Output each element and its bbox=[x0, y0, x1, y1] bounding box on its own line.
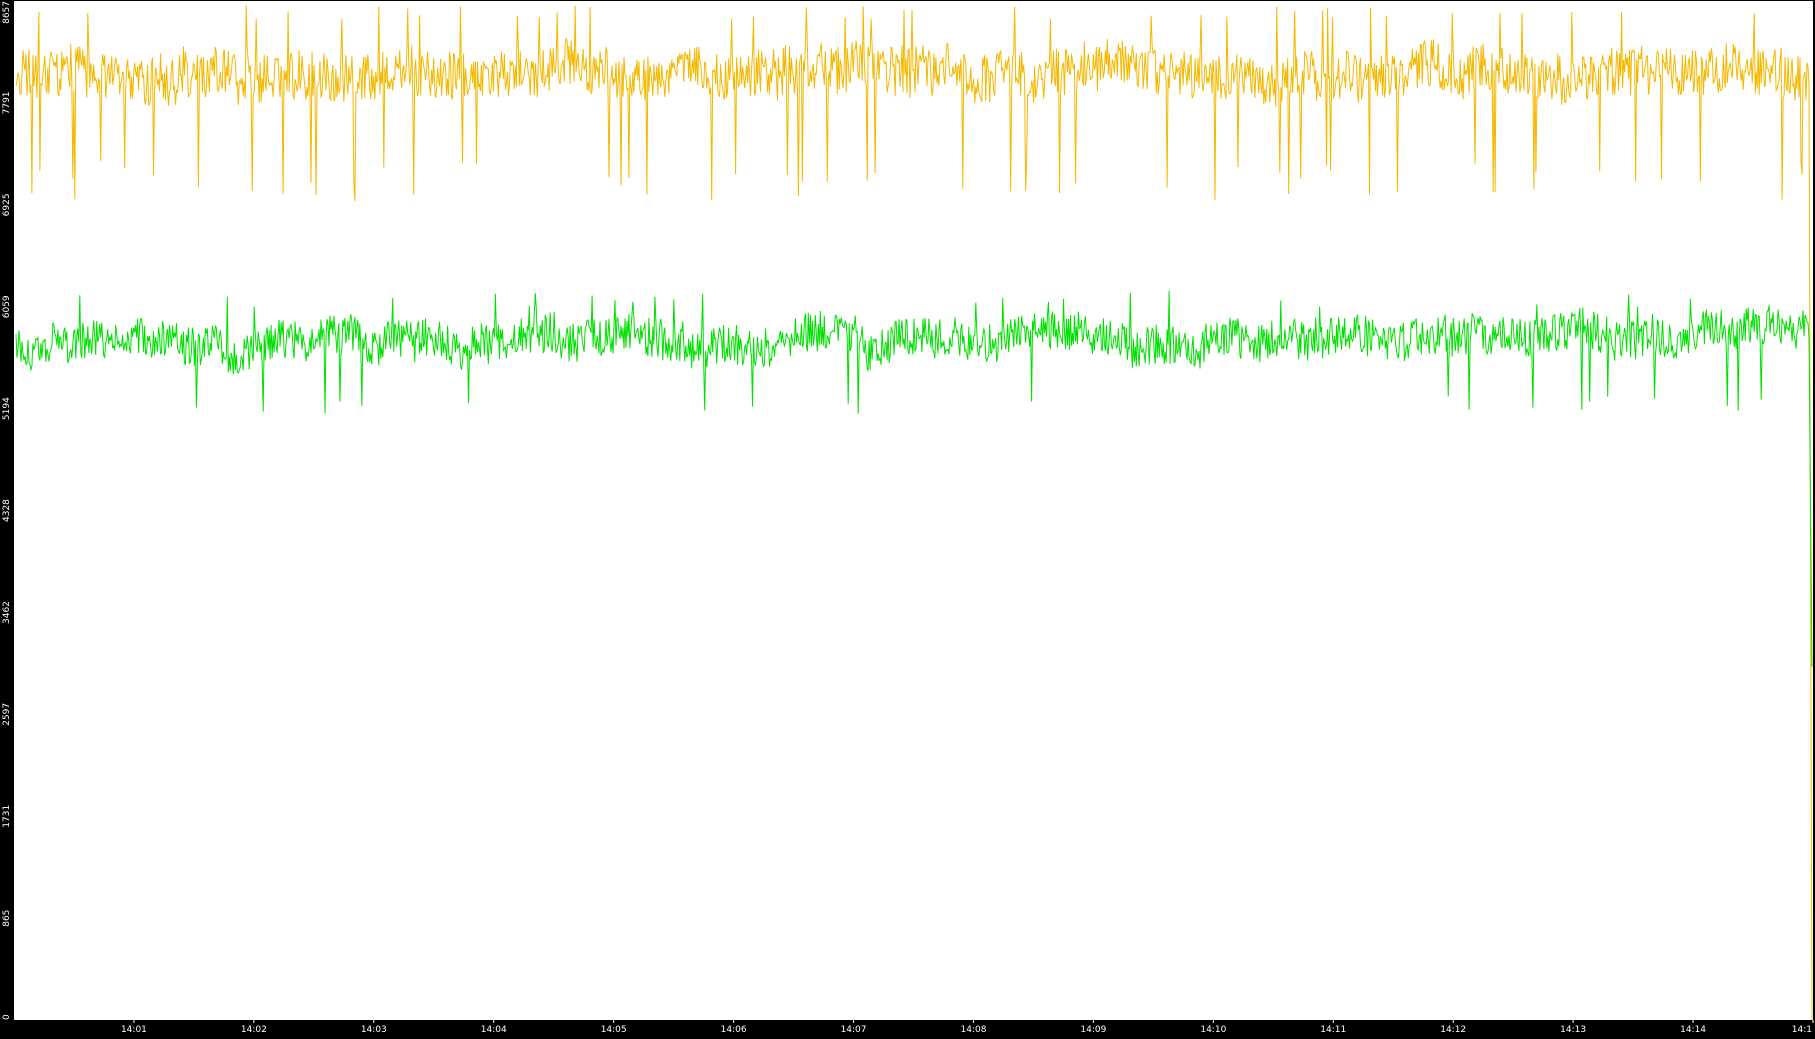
x-tick-label: 14:07 bbox=[841, 1025, 867, 1035]
x-axis: 14:01 14:02 14:03 14:04 14:05 14:06 14:07 14:08… bbox=[121, 1020, 1814, 1035]
y-tick-label: 2597 bbox=[2, 703, 12, 726]
x-tick-label: 14:05 bbox=[601, 1025, 627, 1035]
x-tick-label: 14:03 bbox=[361, 1025, 387, 1035]
x-tick-label: 14:12 bbox=[1440, 1025, 1466, 1035]
y-tick-label: 6059 bbox=[2, 295, 12, 318]
y-tick-label: 3462 bbox=[2, 601, 12, 624]
line-chart: 0 865 1731 2597 3462 4328 5194 6059 6925 7791 8657… bbox=[2, 1, 1814, 1035]
x-tick-label: 14:06 bbox=[721, 1025, 747, 1035]
x-tick-label: 14:09 bbox=[1080, 1025, 1106, 1035]
x-tick-label: 14:1 bbox=[1792, 1025, 1812, 1035]
x-tick-label: 14:11 bbox=[1320, 1025, 1346, 1035]
y-tick-label: 6925 bbox=[2, 193, 12, 216]
y-axis: 0 865 1731 2597 3462 4328 5194 6059 6925 7791 8657 bbox=[2, 1, 12, 1020]
x-tick-label: 14:10 bbox=[1200, 1025, 1226, 1035]
x-tick-label: 14:02 bbox=[241, 1025, 267, 1035]
y-tick-label: 1731 bbox=[2, 805, 12, 828]
x-tick-label: 14:08 bbox=[960, 1025, 986, 1035]
y-tick-label: 4328 bbox=[2, 499, 12, 522]
x-tick-label: 14:13 bbox=[1560, 1025, 1586, 1035]
y-tick-label: 5194 bbox=[2, 397, 12, 420]
y-tick-label: 8657 bbox=[2, 1, 12, 24]
chart: 0 865 1731 2597 3462 4328 5194 6059 6925 7791 8657… bbox=[0, 0, 1815, 1039]
y-tick-label: 7791 bbox=[2, 91, 12, 114]
y-tick-label: 865 bbox=[2, 910, 12, 927]
y-tick-label: 0 bbox=[2, 1014, 12, 1020]
x-tick-label: 14:14 bbox=[1680, 1025, 1706, 1035]
x-tick-label: 14:01 bbox=[121, 1025, 147, 1035]
x-tick-label: 14:04 bbox=[481, 1025, 507, 1035]
